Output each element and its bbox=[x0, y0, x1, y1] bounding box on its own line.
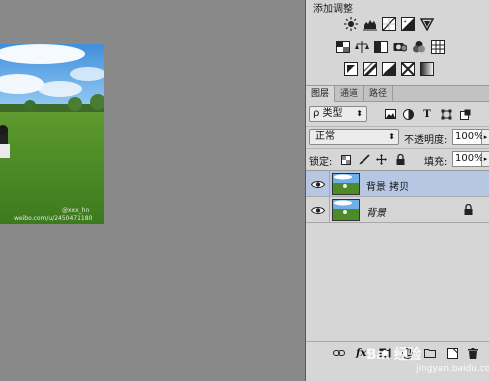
layer-name: 背景 拷贝 bbox=[366, 182, 410, 193]
channel-mixer-icon[interactable] bbox=[412, 40, 426, 54]
link-icon[interactable] bbox=[332, 346, 346, 360]
photo-watermark-user: @xxx_hn bbox=[62, 207, 90, 214]
lock-transparency-icon[interactable] bbox=[340, 154, 351, 165]
new-layer-icon[interactable] bbox=[445, 346, 459, 360]
color-balance-icon[interactable] bbox=[355, 40, 369, 54]
type-filter-icon[interactable]: T bbox=[421, 108, 433, 120]
layer-divider bbox=[329, 171, 330, 197]
gradient-map-icon[interactable] bbox=[420, 62, 434, 76]
invert-icon[interactable] bbox=[344, 62, 358, 76]
layer-name: 背景 bbox=[366, 208, 386, 219]
layer-row-background-copy[interactable]: 背景 拷贝 bbox=[306, 171, 489, 197]
site-watermark-url: jingyan.baidu.com bbox=[416, 364, 489, 374]
lock-icon bbox=[464, 203, 475, 216]
tab-channels[interactable]: 通道 bbox=[335, 86, 365, 102]
brightness-contrast-icon[interactable] bbox=[344, 17, 358, 31]
lock-label: 锁定: bbox=[309, 157, 333, 168]
lock-all-icon[interactable] bbox=[395, 154, 406, 165]
vibrance-icon[interactable] bbox=[420, 17, 434, 31]
chevron-updown-icon: ⬍ bbox=[356, 109, 363, 118]
site-watermark-logo: Bai 经验 bbox=[366, 347, 421, 363]
exposure-icon[interactable]: + bbox=[401, 17, 415, 31]
hue-saturation-icon[interactable] bbox=[336, 40, 350, 54]
layer-filter-row: ρ 类型 ⬍ T bbox=[306, 104, 489, 124]
threshold-icon[interactable] bbox=[382, 62, 396, 76]
group-icon[interactable] bbox=[423, 346, 437, 360]
layer-filter-select[interactable]: ρ 类型 ⬍ bbox=[309, 106, 367, 122]
smart-object-filter-icon[interactable] bbox=[459, 108, 471, 120]
opacity-dropdown-button[interactable]: ▸ bbox=[482, 129, 489, 145]
tab-layers[interactable]: 图层 bbox=[306, 86, 336, 102]
posterize-icon[interactable] bbox=[363, 62, 377, 76]
lock-row: 锁定: 填充: 100% ▸ bbox=[306, 148, 489, 168]
opacity-input[interactable]: 100% bbox=[452, 129, 484, 145]
image-filter-icon[interactable] bbox=[384, 108, 396, 120]
layer-filter-value: 类型 bbox=[322, 108, 343, 119]
lock-position-icon[interactable] bbox=[376, 154, 387, 165]
delete-icon[interactable] bbox=[466, 346, 480, 360]
photo-filter-icon[interactable] bbox=[393, 40, 407, 54]
chevron-updown-icon: ⬍ bbox=[388, 132, 395, 141]
tab-paths[interactable]: 路径 bbox=[364, 86, 394, 102]
selective-color-icon[interactable] bbox=[401, 62, 415, 76]
visibility-eye-icon[interactable] bbox=[310, 203, 326, 217]
landscape-photo bbox=[0, 44, 104, 224]
fill-label: 填充: bbox=[424, 157, 448, 168]
blend-row: 正常 ⬍ 不透明度: 100% ▸ bbox=[306, 126, 489, 146]
photo-watermark-url: weibo.com/u/2450471180 bbox=[14, 215, 93, 222]
document-canvas[interactable]: @xxx_hn weibo.com/u/2450471180 bbox=[0, 0, 305, 381]
shape-filter-icon[interactable] bbox=[440, 108, 452, 120]
layers-footer: fx. Bai 经验 jingyan.baidu.com bbox=[306, 341, 489, 381]
lock-pixels-icon[interactable] bbox=[359, 154, 370, 165]
layer-row-background[interactable]: 背景 bbox=[306, 197, 489, 223]
adjustments-row-1: + bbox=[344, 17, 434, 31]
black-white-icon[interactable] bbox=[374, 40, 388, 54]
layer-divider bbox=[329, 197, 330, 223]
adjustment-filter-icon[interactable] bbox=[402, 108, 414, 120]
adjustments-row-3 bbox=[344, 62, 434, 76]
layer-list: 背景 拷贝 背景 bbox=[306, 170, 489, 223]
blend-mode-select[interactable]: 正常 ⬍ bbox=[309, 129, 399, 145]
photo-canvas-image[interactable]: @xxx_hn weibo.com/u/2450471180 bbox=[0, 44, 104, 224]
layers-panel: 图层 通道 路径 ρ 类型 ⬍ T 正常 ⬍ 不透明度: 100% ▸ 锁定: … bbox=[306, 86, 489, 381]
panel-tab-bar: 图层 通道 路径 bbox=[306, 86, 489, 102]
opacity-label: 不透明度: bbox=[404, 135, 448, 146]
layer-thumbnail bbox=[332, 199, 360, 221]
svg-text:+: + bbox=[403, 19, 407, 25]
layer-thumbnail bbox=[332, 173, 360, 195]
color-lookup-icon[interactable] bbox=[431, 40, 445, 54]
adjustments-row-2 bbox=[336, 40, 445, 54]
adjustments-title: 添加调整 bbox=[313, 4, 353, 15]
fill-dropdown-button[interactable]: ▸ bbox=[482, 151, 489, 167]
curves-icon[interactable] bbox=[382, 17, 396, 31]
panel-dock: 添加调整 + 图层 通道 路径 ρ 类型 ⬍ T 正常 ⬍ 不透明度: 100%… bbox=[305, 0, 489, 381]
blend-mode-value: 正常 bbox=[315, 131, 335, 142]
fill-input[interactable]: 100% bbox=[452, 151, 484, 167]
adjustments-panel: 添加调整 + bbox=[306, 0, 489, 86]
levels-icon[interactable] bbox=[363, 17, 377, 31]
visibility-eye-icon[interactable] bbox=[310, 177, 326, 191]
search-icon: ρ bbox=[313, 108, 320, 119]
